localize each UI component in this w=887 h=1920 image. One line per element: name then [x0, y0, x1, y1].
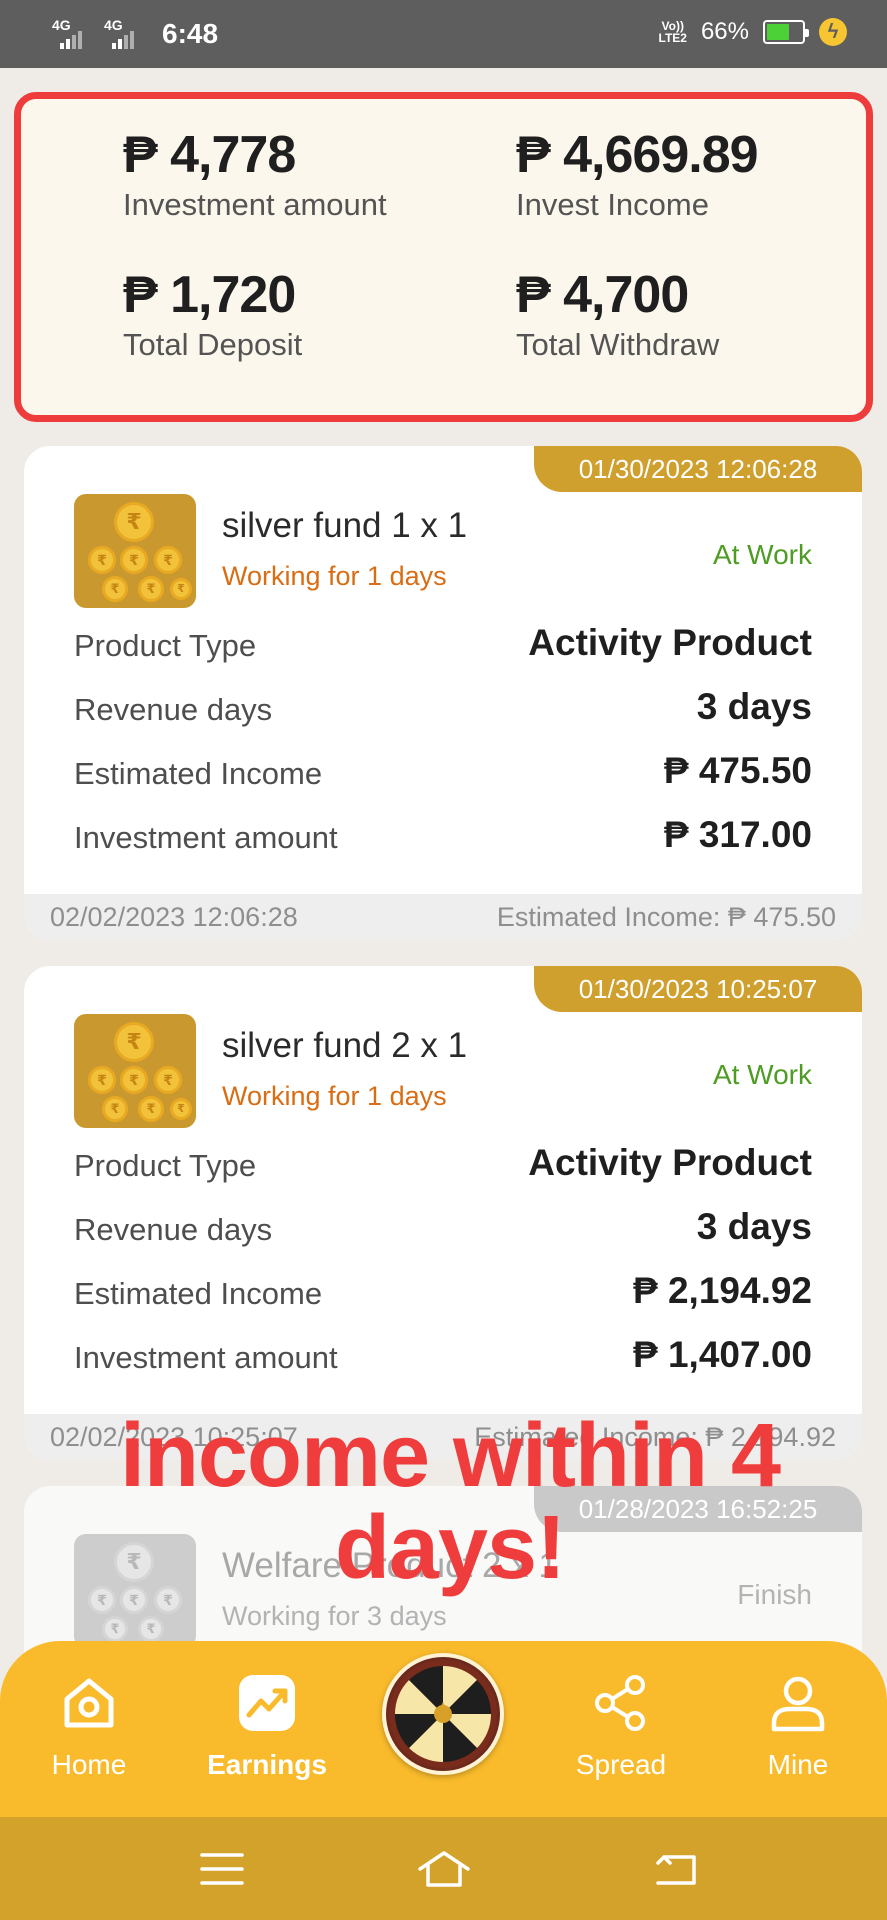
detail-row: Estimated Income ₱ 2,194.92 [74, 1270, 812, 1318]
stat-investment-amount: ₱ 4,778 Investment amount [123, 125, 453, 223]
nav-spread[interactable]: Spread [556, 1671, 686, 1781]
purchase-timestamp: 01/30/2023 10:25:07 [534, 966, 862, 1012]
clock: 6:48 [162, 18, 219, 49]
share-icon [589, 1671, 653, 1735]
stat-value: ₱ 4,700 [516, 266, 689, 324]
coins-icon: ₹ ₹ ₹ ₹ ₹ ₹ ₹ [74, 494, 196, 608]
row-value: ₱ 317.00 [663, 814, 812, 855]
home-button-icon[interactable] [416, 1847, 470, 1891]
battery-icon [763, 20, 809, 44]
row-value: 3 days [696, 686, 812, 727]
volte-icon: Vo)) LTE2 [659, 20, 687, 44]
nav-mine[interactable]: Mine [733, 1671, 863, 1781]
status-left: 4G 4G 6:48 [52, 17, 219, 50]
row-value: 3 days [696, 1206, 812, 1247]
signal-icon: 4G [52, 17, 90, 49]
row-label: Investment amount [74, 1340, 338, 1375]
row-label: Revenue days [74, 1212, 273, 1247]
detail-row: Revenue days 3 days [74, 1206, 812, 1254]
nav-label: Earnings [207, 1749, 327, 1780]
nav-home[interactable]: Home [24, 1671, 154, 1781]
purchase-timestamp: 01/30/2023 12:06:28 [534, 446, 862, 492]
stat-value: ₱ 1,720 [123, 266, 296, 324]
row-label: Product Type [74, 628, 257, 663]
row-label: Estimated Income [74, 1276, 323, 1311]
working-days: Working for 1 days [222, 1081, 447, 1111]
stat-total-withdraw: ₱ 4,700 Total Withdraw [516, 265, 846, 363]
bottom-nav: Home Earnings Spread Mine [0, 1641, 887, 1817]
battery-percent: 66% [700, 18, 749, 45]
prize-wheel-icon[interactable] [382, 1653, 504, 1775]
end-date: 02/02/2023 12:06:28 [50, 902, 298, 932]
trending-up-icon [235, 1671, 299, 1735]
stat-label: Total Deposit [123, 327, 303, 362]
system-nav-bar [0, 1817, 887, 1920]
stat-label: Investment amount [123, 187, 387, 222]
row-value: Activity Product [528, 1142, 812, 1183]
stat-label: Total Withdraw [516, 327, 720, 362]
card-footer: 02/02/2023 12:06:28 Estimated Income: ₱ … [24, 894, 862, 940]
nav-label: Spread [575, 1749, 667, 1780]
product-card[interactable]: 01/30/2023 12:06:28 ₹ ₹ ₹ ₹ ₹ ₹ ₹ silver… [24, 446, 862, 940]
investment-summary-card: ₱ 4,778 Investment amount ₱ 4,669.89 Inv… [14, 92, 873, 422]
stat-invest-income: ₱ 4,669.89 Invest Income [516, 125, 846, 223]
person-icon [766, 1671, 830, 1735]
row-value: ₱ 2,194.92 [633, 1270, 812, 1311]
row-value: ₱ 475.50 [663, 750, 812, 791]
detail-row: Product Type Activity Product [74, 1142, 812, 1190]
row-value: ₱ 1,407.00 [633, 1334, 812, 1375]
detail-row: Estimated Income ₱ 475.50 [74, 750, 812, 798]
detail-row: Product Type Activity Product [74, 622, 812, 670]
charging-icon: ϟ [819, 18, 847, 46]
row-label: Revenue days [74, 692, 273, 727]
row-label: Estimated Income [74, 756, 323, 791]
nav-label: Home [51, 1749, 127, 1780]
product-name: silver fund 1 x 1 [222, 506, 468, 545]
row-label: Investment amount [74, 820, 338, 855]
stat-value: ₱ 4,778 [123, 126, 296, 184]
footer-estimated-income: Estimated Income: ₱ 475.50 [496, 902, 836, 932]
nav-label: Mine [767, 1749, 829, 1780]
coins-icon: ₹ ₹ ₹ ₹ ₹ ₹ ₹ [74, 1014, 196, 1128]
home-icon [57, 1671, 121, 1735]
working-days: Working for 3 days [222, 1601, 447, 1631]
working-days: Working for 1 days [222, 561, 447, 591]
promo-overlay-text: income within 4 days! [119, 1406, 781, 1598]
menu-icon[interactable] [196, 1847, 248, 1891]
row-label: Product Type [74, 1148, 257, 1183]
signal-icon-2: 4G [104, 17, 142, 49]
stat-label: Invest Income [516, 187, 709, 222]
detail-row: Investment amount ₱ 1,407.00 [74, 1334, 812, 1382]
detail-row: Revenue days 3 days [74, 686, 812, 734]
nav-earnings[interactable]: Earnings [202, 1671, 332, 1781]
status-bar: 4G 4G 6:48 Vo)) LTE2 66% ϟ [0, 0, 887, 68]
volte-line-2: LTE2 [658, 31, 687, 45]
stat-value: ₱ 4,669.89 [516, 126, 759, 184]
status-right: Vo)) LTE2 66% ϟ [659, 18, 847, 46]
back-icon[interactable] [650, 1847, 702, 1891]
detail-row: Investment amount ₱ 317.00 [74, 814, 812, 862]
stat-total-deposit: ₱ 1,720 Total Deposit [123, 265, 453, 363]
status-badge: At Work [712, 1059, 812, 1090]
row-value: Activity Product [528, 622, 812, 663]
product-name: silver fund 2 x 1 [222, 1026, 468, 1065]
status-badge: At Work [712, 539, 812, 570]
product-card[interactable]: 01/30/2023 10:25:07 ₹ ₹ ₹ ₹ ₹ ₹ ₹ silver… [24, 966, 862, 1460]
